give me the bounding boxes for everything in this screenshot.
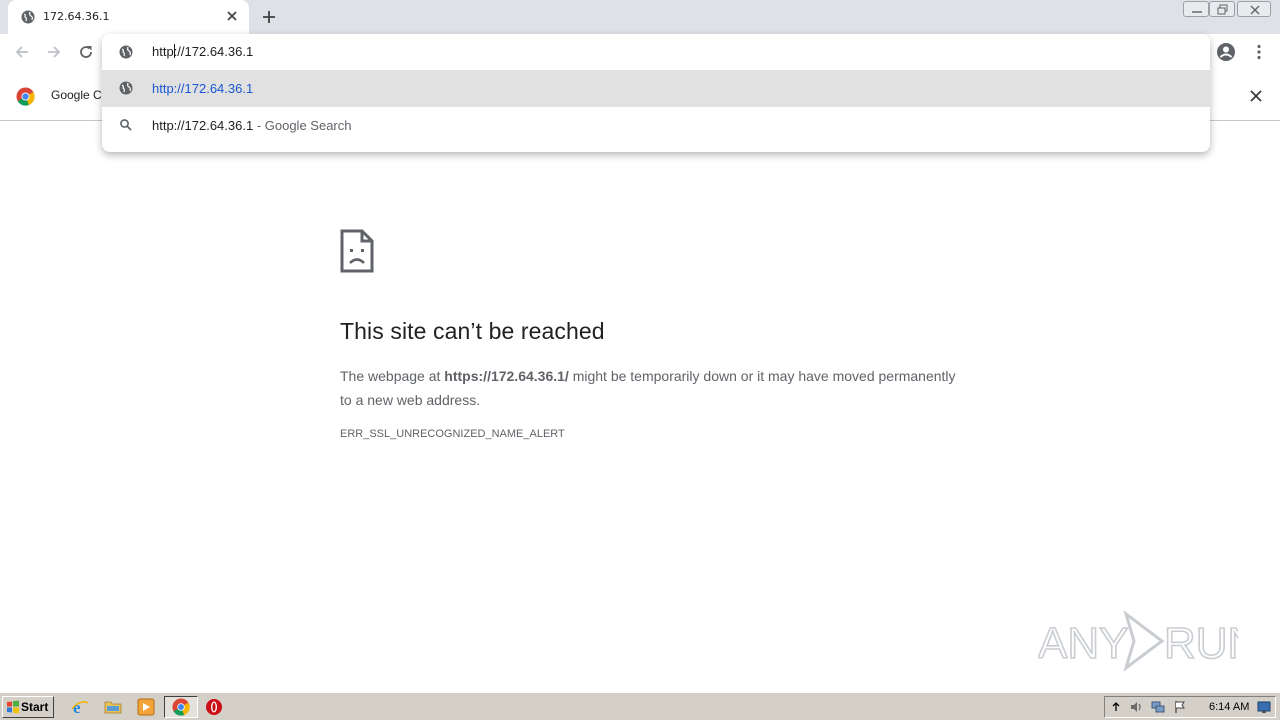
error-url: https://172.64.36.1/ [444, 368, 569, 384]
anyrun-watermark-logo: ANY RUN [1038, 610, 1238, 672]
network-icon[interactable] [1151, 700, 1165, 714]
search-icon [120, 119, 132, 131]
restore-button[interactable] [1209, 1, 1235, 17]
arrow-right-icon[interactable] [44, 42, 64, 62]
globe-icon [119, 81, 133, 95]
omnibox-suggestion-url[interactable]: http://172.64.36.1 [102, 70, 1210, 107]
svg-text:RUN: RUN [1164, 619, 1238, 668]
close-window-button[interactable] [1237, 1, 1271, 17]
taskbar: Start e 6:14 AM [0, 692, 1280, 720]
chrome-icon [16, 87, 35, 106]
new-tab-icon[interactable] [260, 8, 278, 26]
address-text-before-caret: http [152, 44, 174, 59]
suggestion-search-text: http://172.64.36.1 - Google Search [152, 118, 351, 133]
error-heading: This site can’t be reached [340, 318, 605, 344]
system-tray: 6:14 AM [1104, 696, 1276, 718]
reload-icon[interactable] [76, 42, 96, 62]
sad-page-icon [340, 229, 374, 273]
desktop-icon[interactable] [1257, 700, 1271, 714]
tab-title: 172.64.36.1 [43, 10, 110, 23]
media-player-icon[interactable] [137, 698, 155, 716]
svg-text:ANY: ANY [1038, 619, 1128, 668]
browser-tab[interactable]: 172.64.36.1 [8, 0, 249, 34]
kebab-menu-icon[interactable] [1249, 42, 1269, 62]
error-description: The webpage at https://172.64.36.1/ migh… [340, 364, 960, 412]
suggestion-query: http://172.64.36.1 [152, 118, 254, 133]
address-text-after-caret: ://172.64.36.1 [173, 44, 254, 59]
folder-icon[interactable] [104, 698, 122, 716]
flag-icon[interactable] [1173, 700, 1187, 714]
info-bar-text: Google Cl [51, 88, 105, 102]
clock[interactable]: 6:14 AM [1209, 701, 1249, 713]
close-icon [1250, 5, 1260, 15]
globe-icon [119, 45, 133, 59]
restore-icon [1217, 4, 1228, 15]
close-icon[interactable] [1248, 88, 1264, 104]
arrow-left-icon[interactable] [12, 42, 32, 62]
error-body-prefix: The webpage at [340, 368, 445, 384]
error-code: ERR_SSL_UNRECOGNIZED_NAME_ALERT [340, 428, 565, 440]
start-button[interactable]: Start [2, 696, 54, 718]
windows-logo-icon [7, 700, 19, 714]
omnibox-suggestion-search[interactable]: http://172.64.36.1 - Google Search [102, 107, 1210, 144]
opera-icon[interactable] [205, 698, 223, 716]
minimize-icon [1192, 11, 1202, 13]
start-label: Start [21, 700, 49, 714]
show-hidden-icon[interactable] [1109, 700, 1123, 714]
speaker-icon[interactable] [1129, 700, 1143, 714]
account-circle-icon[interactable] [1216, 42, 1236, 62]
chrome-icon [172, 698, 190, 716]
tab-strip: 172.64.36.1 [0, 0, 1280, 34]
taskbar-chrome-button[interactable] [164, 696, 198, 718]
address-bar[interactable]: http://172.64.36.1 [102, 34, 1210, 70]
suggestion-suffix: - Google Search [253, 118, 352, 133]
address-input[interactable]: http://172.64.36.1 [152, 44, 253, 59]
minimize-button[interactable] [1183, 1, 1209, 17]
suggestion-url-text: http://172.64.36.1 [152, 81, 254, 96]
close-icon[interactable] [224, 8, 240, 24]
ie-icon[interactable]: e [71, 698, 89, 716]
globe-icon [21, 10, 35, 24]
browser-window: 172.64.36.1 Google Cl http://172.64.36.1… [0, 0, 1280, 720]
omnibox[interactable]: http://172.64.36.1 http://172.64.36.1 ht… [102, 34, 1210, 152]
